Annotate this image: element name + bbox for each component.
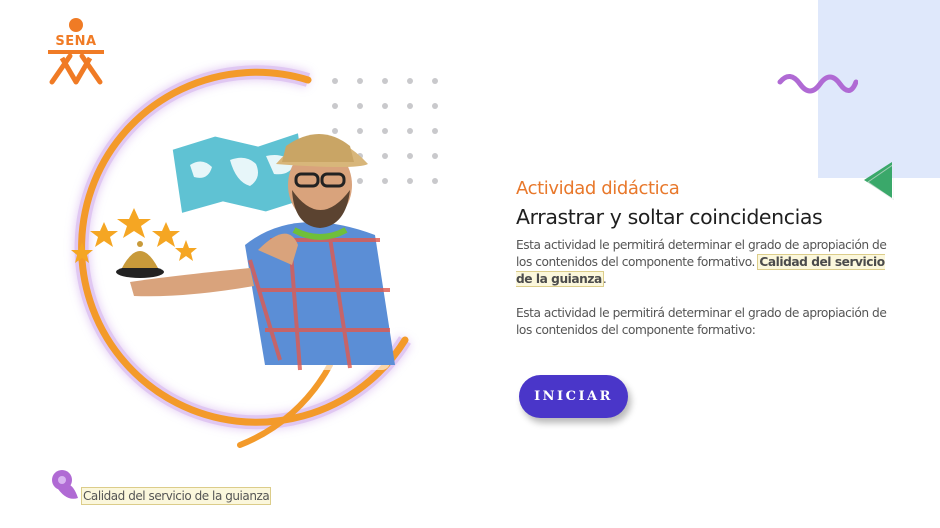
- start-button[interactable]: INICIAR: [519, 375, 628, 418]
- activity-text-block: Actividad didáctica Arrastrar y soltar c…: [516, 177, 901, 339]
- footer-label: Calidad del servicio de la guianza: [82, 488, 271, 504]
- activity-title: Arrastrar y soltar coincidencias: [516, 205, 823, 229]
- activity-instructions: Esta actividad le permitirá determinar e…: [516, 306, 887, 337]
- wave-decoration-icon: [777, 74, 858, 94]
- world-map-icon: [167, 126, 313, 220]
- service-bell-icon: [116, 241, 164, 278]
- activity-eyebrow: Actividad didáctica: [516, 178, 680, 199]
- logo-text: SENA: [55, 34, 97, 49]
- description-end: .: [602, 272, 607, 286]
- location-pin-icon: [52, 470, 78, 499]
- activity-description: Esta actividad le permitirá determinar e…: [516, 237, 901, 288]
- hero-illustration: [71, 65, 411, 448]
